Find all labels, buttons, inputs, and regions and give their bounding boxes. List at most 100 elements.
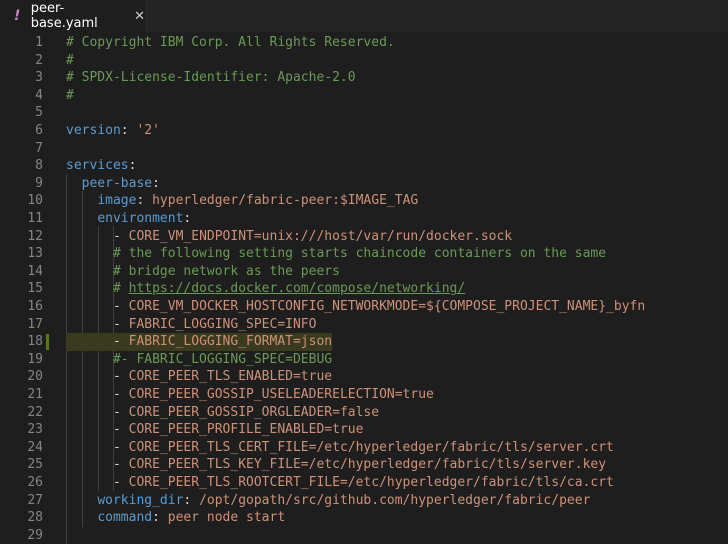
code-token: - <box>66 316 129 332</box>
code-text[interactable]: - CORE_PEER_PROFILE_ENABLED=true <box>66 421 363 439</box>
code-line[interactable]: 6 version: '2' <box>0 122 728 140</box>
code-line[interactable]: 23 - CORE_PEER_PROFILE_ENABLED=true <box>0 421 728 439</box>
code-token: : <box>152 510 168 526</box>
code-token: # SPDX-License-Identifier: Apache-2.0 <box>66 70 356 86</box>
code-token: working_dir <box>97 492 184 508</box>
code-line[interactable]: 3 # SPDX-License-Identifier: Apache-2.0 <box>0 69 728 87</box>
code-text[interactable]: image: hyperledger/fabric-peer:$IMAGE_TA… <box>66 192 418 210</box>
code-text[interactable]: - FABRIC_LOGGING_FORMAT=json <box>66 333 333 351</box>
line-number: 1 <box>35 35 43 50</box>
code-text[interactable]: command: peer node start <box>66 509 285 527</box>
line-number: 11 <box>27 211 43 226</box>
line-number: 9 <box>35 175 43 191</box>
line-number: 23 <box>27 422 43 438</box>
code-text[interactable]: # bridge network as the peers <box>66 263 340 281</box>
code-text[interactable]: - CORE_PEER_TLS_ROOTCERT_FILE=/etc/hyper… <box>66 474 614 492</box>
code-line[interactable]: 15 # https://docs.docker.com/compose/net… <box>0 280 728 298</box>
code-line[interactable]: 26 - CORE_PEER_TLS_ROOTCERT_FILE=/etc/hy… <box>0 474 728 492</box>
code-editor[interactable]: 1 # Copyright IBM Corp. All Rights Reserv… <box>0 33 728 544</box>
line-number: 15 <box>27 281 43 297</box>
line-number: 22 <box>27 404 43 420</box>
modified-line-marker <box>46 334 49 351</box>
code-token: '2' <box>136 123 160 138</box>
code-line[interactable]: 28 command: peer node start <box>0 509 728 527</box>
code-token: # <box>112 281 129 297</box>
code-text[interactable]: working_dir: /opt/gopath/src/github.com/… <box>66 492 590 510</box>
code-line[interactable]: 10 image: hyperledger/fabric-peer:$IMAGE… <box>0 192 728 210</box>
code-token: environment <box>97 211 184 226</box>
code-line[interactable]: 27 working_dir: /opt/gopath/src/github.c… <box>0 492 728 510</box>
code-text[interactable]: # Copyright IBM Corp. All Rights Reserve… <box>66 34 395 52</box>
code-line[interactable]: 11 environment: <box>0 210 728 228</box>
close-icon[interactable]: ✕ <box>134 9 145 24</box>
code-token: # Copyright IBM Corp. All Rights Reserve… <box>66 35 395 50</box>
line-number: 28 <box>27 510 43 526</box>
code-token: peer-base <box>81 175 153 191</box>
code-line[interactable]: 29 <box>0 527 728 544</box>
line-number: 8 <box>35 158 43 174</box>
code-text[interactable]: # the following setting starts chaincode… <box>66 245 606 263</box>
code-line[interactable]: 14 # bridge network as the peers <box>0 263 728 281</box>
code-token: CORE_VM_ENDPOINT=unix:///host/var/run/do… <box>128 228 513 244</box>
code-token: CORE_PEER_GOSSIP_USELEADERELECTION=true <box>128 387 434 402</box>
code-text[interactable]: #- FABRIC_LOGGING_SPEC=DEBUG <box>66 351 332 369</box>
code-line[interactable]: 2 # <box>0 52 728 70</box>
code-text[interactable]: services: <box>66 157 136 175</box>
code-text[interactable]: # <box>66 52 74 70</box>
line-number: 18 <box>27 334 43 350</box>
code-token: services <box>66 158 129 174</box>
code-text[interactable]: - CORE_PEER_TLS_ENABLED=true <box>66 368 332 386</box>
code-text[interactable]: - CORE_PEER_GOSSIP_USELEADERELECTION=tru… <box>66 386 434 404</box>
yaml-exclamation-icon: ! <box>14 8 21 24</box>
code-token: CORE_PEER_PROFILE_ENABLED=true <box>128 422 364 438</box>
code-token: CORE_VM_DOCKER_HOSTCONFIG_NETWORKMODE=${… <box>128 299 646 314</box>
line-number: 19 <box>27 351 43 367</box>
code-line[interactable]: 19 #- FABRIC_LOGGING_SPEC=DEBUG <box>0 351 728 369</box>
code-token: image <box>97 193 137 209</box>
line-number: 25 <box>27 457 43 473</box>
code-text[interactable]: # SPDX-License-Identifier: Apache-2.0 <box>66 69 356 87</box>
code-text[interactable]: - CORE_PEER_GOSSIP_ORGLEADER=false <box>66 404 379 422</box>
code-line[interactable]: 25 - CORE_PEER_TLS_KEY_FILE=/etc/hyperle… <box>0 456 728 474</box>
code-line[interactable]: 9 peer-base: <box>0 175 728 193</box>
code-line[interactable]: 5 <box>0 104 728 122</box>
code-text[interactable]: environment: <box>66 210 191 228</box>
code-text[interactable]: - FABRIC_LOGGING_SPEC=INFO <box>66 316 317 334</box>
code-text[interactable]: - CORE_VM_ENDPOINT=unix:///host/var/run/… <box>66 228 512 246</box>
code-token: FABRIC_LOGGING_FORMAT=json <box>128 334 333 350</box>
code-token: #- FABRIC_LOGGING_SPEC=DEBUG <box>112 351 333 367</box>
code-line[interactable]: 8 services: <box>0 157 728 175</box>
code-token: version <box>66 123 121 138</box>
code-token: - <box>66 387 129 402</box>
code-line[interactable]: 12 - CORE_VM_ENDPOINT=unix:///host/var/r… <box>0 228 728 246</box>
code-token: : <box>128 158 137 174</box>
code-token: CORE_PEER_TLS_ENABLED=true <box>128 369 333 385</box>
code-token: command <box>97 510 153 526</box>
code-line[interactable]: 21 - CORE_PEER_GOSSIP_USELEADERELECTION=… <box>0 386 728 404</box>
code-token: CORE_PEER_TLS_ROOTCERT_FILE=/etc/hyperle… <box>128 475 614 490</box>
code-line[interactable]: 1 # Copyright IBM Corp. All Rights Reserv… <box>0 34 728 52</box>
code-text[interactable]: peer-base: <box>66 175 160 193</box>
code-line[interactable]: 18 - FABRIC_LOGGING_FORMAT=json <box>0 333 728 351</box>
line-number: 5 <box>35 105 43 121</box>
code-line[interactable]: 17 - FABRIC_LOGGING_SPEC=INFO <box>0 316 728 334</box>
code-line[interactable]: 7 <box>0 140 728 158</box>
code-text[interactable]: - CORE_VM_DOCKER_HOSTCONFIG_NETWORKMODE=… <box>66 298 645 316</box>
code-text[interactable]: - CORE_PEER_TLS_KEY_FILE=/etc/hyperledge… <box>66 456 606 474</box>
line-number: 4 <box>35 87 43 103</box>
code-text[interactable]: # <box>66 87 74 105</box>
code-line[interactable]: 4 # <box>0 87 728 105</box>
code-line[interactable]: 13 # the following setting starts chainc… <box>0 245 728 263</box>
code-text[interactable]: # https://docs.docker.com/compose/networ… <box>66 280 465 298</box>
tab-peer-base-yaml[interactable]: ! peer-base.yaml ✕ <box>0 0 145 32</box>
code-text[interactable]: - CORE_PEER_TLS_CERT_FILE=/etc/hyperledg… <box>66 439 614 457</box>
code-token: - <box>66 299 129 314</box>
code-text[interactable]: version: '2' <box>66 122 160 140</box>
code-line[interactable]: 24 - CORE_PEER_TLS_CERT_FILE=/etc/hyperl… <box>0 439 728 457</box>
code-link[interactable]: https://docs.docker.com/compose/networki… <box>129 281 466 296</box>
code-line[interactable]: 16 - CORE_VM_DOCKER_HOSTCONFIG_NETWORKMO… <box>0 298 728 316</box>
code-token: - <box>66 228 129 244</box>
code-line[interactable]: 22 - CORE_PEER_GOSSIP_ORGLEADER=false <box>0 404 728 422</box>
code-line[interactable]: 20 - CORE_PEER_TLS_ENABLED=true <box>0 368 728 386</box>
